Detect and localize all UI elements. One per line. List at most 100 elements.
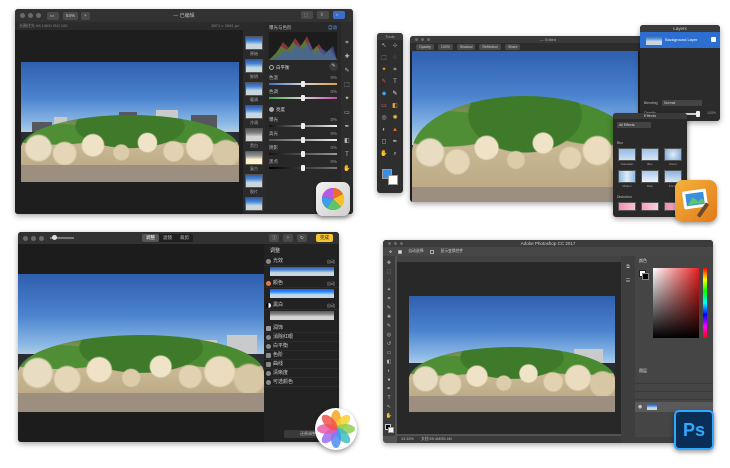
clone-icon[interactable]: ◎ (380, 115, 388, 122)
eraser-icon[interactable]: ▭ (343, 110, 351, 117)
eraser-icon[interactable]: ▭ (380, 103, 388, 110)
effect-tile[interactable] (664, 148, 682, 161)
layers-lock-row[interactable] (635, 392, 713, 400)
gradient-icon[interactable]: ◧ (343, 138, 351, 145)
effect-tile[interactable] (618, 148, 636, 161)
arrange-icon[interactable]: ⊹ (391, 43, 399, 50)
adjust-row-levels[interactable]: 色阶 (264, 351, 339, 360)
dodge-icon[interactable]: ● (385, 377, 393, 384)
adjust-row-definition[interactable]: 清晰度 (264, 369, 339, 378)
auto-label[interactable]: 自动 (327, 279, 335, 288)
adjust-row-white-balance[interactable]: 白平衡 (264, 342, 339, 351)
stamp-icon[interactable]: ◎ (385, 332, 393, 339)
window-controls[interactable] (23, 235, 44, 241)
layers-tab[interactable]: 图层 (639, 368, 647, 374)
lasso-icon[interactable]: ◌ (385, 278, 393, 285)
move-icon[interactable]: ↖ (380, 43, 388, 50)
eye-icon[interactable]: ◉ (638, 404, 642, 410)
eyedropper-icon[interactable]: ✎ (385, 305, 393, 312)
opacity-tab[interactable]: Opacity (416, 44, 434, 50)
section-title[interactable]: 亮度 (276, 107, 285, 113)
hue-strip[interactable] (703, 268, 707, 338)
auto-label[interactable]: 自动 (327, 301, 335, 310)
effect-tile[interactable] (618, 170, 636, 183)
preset-thumb[interactable] (245, 59, 263, 73)
blending-select[interactable]: Normal (662, 100, 702, 106)
color-picker-field[interactable] (653, 268, 699, 338)
photos-app-icon[interactable] (315, 408, 357, 450)
share-tab[interactable]: Share (505, 44, 521, 50)
preset-thumb[interactable] (245, 105, 263, 119)
highlights-slider[interactable] (269, 137, 337, 143)
zoom-icon[interactable]: ⌕ (391, 151, 399, 158)
preset-thumb[interactable] (245, 151, 263, 165)
auto-label[interactable]: 自动 (327, 257, 335, 266)
zoom-slider[interactable] (50, 235, 74, 240)
opacity-value[interactable]: 100% (437, 44, 453, 50)
pen-icon[interactable]: ✒ (343, 124, 351, 131)
photoshop-app-icon[interactable]: Ps (674, 410, 714, 450)
pen-icon[interactable]: ✒ (391, 139, 399, 146)
preset-thumb[interactable] (245, 128, 263, 142)
crop-icon[interactable]: ⌗ (391, 67, 399, 74)
bg-color-chip[interactable] (642, 273, 649, 280)
layers-search-row[interactable] (635, 376, 713, 384)
adjust-row-redeye[interactable]: 消除红眼 (264, 333, 339, 342)
repair-icon[interactable]: ✚ (343, 54, 351, 61)
zoom-menu[interactable]: 54% (63, 11, 79, 20)
preset-thumb[interactable] (245, 197, 263, 211)
visibility-checkbox[interactable] (711, 37, 716, 42)
type-icon[interactable]: T (343, 152, 351, 159)
preset-thumb[interactable] (245, 36, 263, 50)
eyedropper-icon[interactable]: ✎ (380, 79, 388, 86)
history-icon[interactable]: ⧉ (624, 264, 632, 271)
effects-category-select[interactable]: All Effects (617, 122, 651, 128)
tab-crop[interactable]: 裁剪 (176, 234, 193, 242)
layer-row[interactable]: Background Layer (640, 32, 720, 48)
hand-icon[interactable]: ✋ (343, 166, 351, 173)
background-swatch[interactable] (388, 427, 394, 433)
pixelmator-app-icon[interactable] (675, 180, 717, 222)
rotate-button[interactable]: ↻ (297, 234, 307, 242)
adjust-button[interactable]: ◐ (333, 11, 345, 19)
effect-tile[interactable] (641, 148, 659, 161)
brush-icon[interactable]: ✎ (391, 91, 399, 98)
effect-tile[interactable] (641, 202, 659, 211)
brush-icon[interactable]: ✎ (385, 323, 393, 330)
enhance-button[interactable]: ✧ (283, 234, 293, 242)
preset-thumb[interactable] (245, 174, 263, 188)
marquee-icon[interactable]: ⬚ (385, 269, 393, 276)
layers-blend-row[interactable] (635, 384, 713, 392)
wand-icon[interactable]: ✦ (380, 67, 388, 74)
sponge-icon[interactable]: ✺ (391, 115, 399, 122)
photo-canvas[interactable] (412, 51, 638, 202)
move-icon[interactable]: ✥ (385, 260, 393, 267)
done-button[interactable]: 完成 (316, 234, 333, 242)
adjust-row-color[interactable]: 颜色 自动 (264, 279, 339, 288)
wand-icon[interactable]: ✦ (343, 96, 351, 103)
pixelmator-photo-app-icon[interactable] (316, 182, 350, 216)
section-title[interactable]: 白平衡 (276, 65, 290, 71)
marquee-icon[interactable]: ⬚ (380, 55, 388, 62)
type-icon[interactable]: T (391, 79, 399, 86)
window-controls[interactable] (20, 13, 41, 18)
adjust-row-light[interactable]: 光效 自动 (264, 257, 339, 266)
auto-select-checkbox[interactable] (398, 249, 403, 254)
shadows-slider[interactable] (269, 151, 337, 157)
photo-canvas[interactable] (21, 62, 239, 182)
auto-levels-button[interactable]: 自动 (328, 25, 337, 31)
adjust-row-bw[interactable]: 黑白 自动 (264, 301, 339, 310)
gradient-icon[interactable]: ◧ (385, 359, 393, 366)
gradient-icon[interactable]: ◧ (391, 103, 399, 110)
blackpoint-slider[interactable] (269, 165, 337, 171)
color-tab[interactable]: 颜色 (639, 258, 647, 264)
effect-tile[interactable] (618, 202, 636, 211)
temperature-slider[interactable] (269, 81, 337, 87)
share-button[interactable]: ⇪ (317, 11, 329, 19)
tint-slider[interactable] (269, 95, 337, 101)
color-strip[interactable] (270, 289, 334, 298)
lasso-icon[interactable]: ◌ (391, 55, 399, 62)
photo-canvas[interactable] (18, 274, 264, 412)
shadow-tab[interactable]: Shadow (456, 44, 476, 50)
blur-icon[interactable]: ◐ (385, 368, 393, 375)
